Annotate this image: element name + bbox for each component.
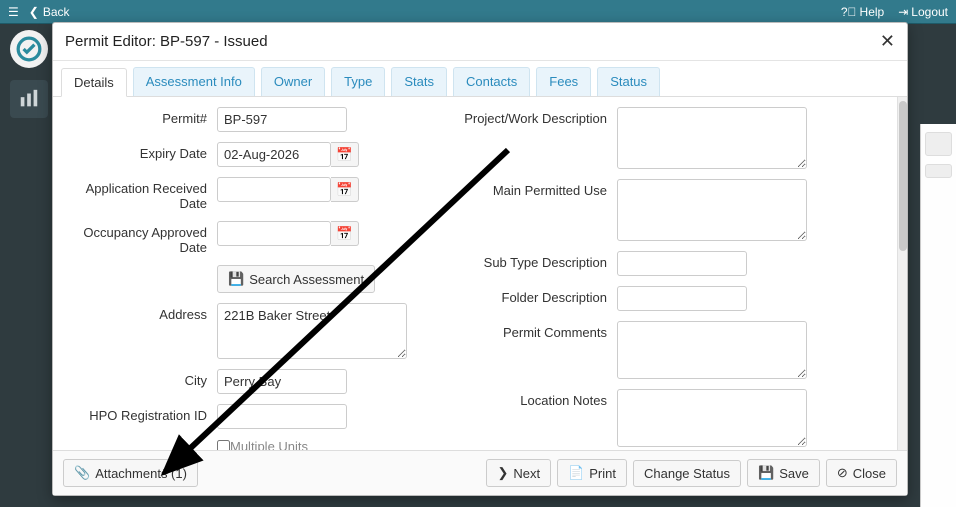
attachments-label: Attachments (1) (95, 466, 187, 481)
back-label: Back (43, 5, 70, 19)
loc-notes-label: Location Notes (457, 389, 617, 408)
expiry-date-input[interactable] (217, 142, 331, 167)
modal-footer: 📎 Attachments (1) ❯ Next 📄 Print Change … (53, 450, 907, 495)
calendar-icon: 📅 (336, 182, 353, 198)
multiple-units-label: Multiple Units (230, 439, 308, 450)
save-icon: 💾 (758, 465, 774, 481)
search-assessment-label: Search Assessment (249, 272, 364, 287)
modal-title: Permit Editor: BP-597 - Issued (65, 33, 268, 50)
attachments-button[interactable]: 📎 Attachments (1) (63, 459, 198, 487)
ban-icon: ⊘ (837, 465, 848, 481)
hpo-label: HPO Registration ID (67, 404, 217, 423)
back-button[interactable]: ❮ Back (29, 5, 70, 19)
right-panel-background (920, 124, 956, 507)
sub-type-label: Sub Type Description (457, 251, 617, 270)
close-button[interactable]: ⊘ Close (826, 459, 897, 487)
tab-status[interactable]: Status (597, 67, 660, 96)
app-received-label: Application Received Date (67, 177, 217, 211)
tab-fees[interactable]: Fees (536, 67, 591, 96)
main-use-label: Main Permitted Use (457, 179, 617, 198)
help-icon: ?⃝ (841, 5, 857, 19)
app-received-date-picker[interactable]: 📅 (331, 177, 359, 202)
main-use-input[interactable] (617, 179, 807, 241)
expiry-date-picker[interactable]: 📅 (331, 142, 359, 167)
tab-bar: Details Assessment Info Owner Type Stats… (53, 61, 907, 97)
next-button[interactable]: ❯ Next (486, 459, 551, 487)
menu-icon[interactable]: ☰ (8, 5, 19, 19)
modal-body: Permit# Expiry Date 📅 Application Receiv… (53, 97, 907, 450)
calendar-icon: 📅 (336, 226, 353, 242)
occ-approved-label: Occupancy Approved Date (67, 221, 217, 255)
project-desc-label: Project/Work Description (457, 107, 617, 126)
city-select[interactable] (217, 369, 347, 394)
comments-label: Permit Comments (457, 321, 617, 340)
chevron-left-icon: ❮ (29, 5, 39, 19)
tab-assessment-info[interactable]: Assessment Info (133, 67, 255, 96)
app-received-input[interactable] (217, 177, 331, 202)
multiple-units-checkbox[interactable] (217, 440, 230, 450)
project-desc-input[interactable] (617, 107, 807, 169)
tab-type[interactable]: Type (331, 67, 385, 96)
comments-input[interactable] (617, 321, 807, 379)
permit-no-label: Permit# (67, 107, 217, 126)
print-icon: 📄 (568, 465, 584, 481)
folder-input[interactable] (617, 286, 747, 311)
sidebar-module-icon[interactable] (10, 80, 48, 118)
help-label: Help (860, 5, 885, 19)
change-status-button[interactable]: Change Status (633, 460, 741, 487)
logout-icon: ⇥ (898, 5, 908, 19)
save-button[interactable]: 💾 Save (747, 459, 820, 487)
address-label: Address (67, 303, 217, 322)
print-button[interactable]: 📄 Print (557, 459, 627, 487)
calendar-icon: 📅 (336, 147, 353, 163)
search-assessment-button[interactable]: 💾 Search Assessment (217, 265, 375, 293)
address-input[interactable] (217, 303, 407, 359)
loc-notes-input[interactable] (617, 389, 807, 447)
app-logo (10, 30, 48, 68)
close-icon[interactable]: ✕ (880, 31, 895, 52)
chevron-right-icon: ❯ (497, 465, 508, 481)
sub-type-input[interactable] (617, 251, 747, 276)
body-scrollbar[interactable] (897, 97, 907, 450)
tab-details[interactable]: Details (61, 68, 127, 97)
expiry-label: Expiry Date (67, 142, 217, 161)
folder-label: Folder Description (457, 286, 617, 305)
tab-contacts[interactable]: Contacts (453, 67, 530, 96)
logout-label: Logout (911, 5, 948, 19)
logout-link[interactable]: ⇥ Logout (898, 5, 948, 19)
city-label: City (67, 369, 217, 388)
paperclip-icon: 📎 (74, 465, 90, 481)
help-link[interactable]: ?⃝ Help (841, 5, 884, 19)
tab-owner[interactable]: Owner (261, 67, 325, 96)
search-icon: 💾 (228, 271, 244, 287)
hpo-input[interactable] (217, 404, 347, 429)
occ-approved-input[interactable] (217, 221, 331, 246)
permit-no-input[interactable] (217, 107, 347, 132)
occ-approved-date-picker[interactable]: 📅 (331, 221, 359, 246)
tab-stats[interactable]: Stats (391, 67, 447, 96)
app-topbar: ☰ ❮ Back ?⃝ Help ⇥ Logout (0, 0, 956, 24)
permit-editor-modal: Permit Editor: BP-597 - Issued ✕ Details… (52, 22, 908, 496)
modal-header: Permit Editor: BP-597 - Issued ✕ (53, 23, 907, 61)
